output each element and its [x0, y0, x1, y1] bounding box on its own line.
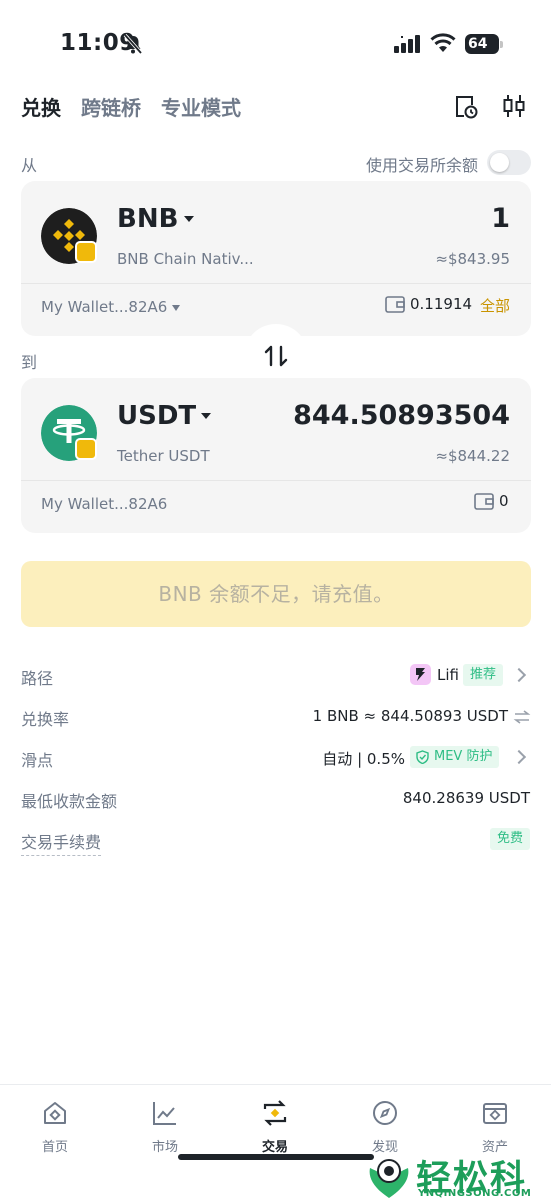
tab-bridge[interactable]: 跨链桥 [81, 92, 141, 121]
slippage-value[interactable]: 自动 | 0.5% [322, 748, 405, 769]
route-label: 路径 [21, 669, 54, 688]
from-balance: 0.11914 [410, 295, 473, 313]
watermark-logo-icon [369, 1159, 409, 1198]
from-wallet-selector[interactable]: My Wallet...82A6 [41, 298, 167, 316]
home-indicator[interactable] [178, 1154, 374, 1160]
trade-swap-icon [263, 1100, 287, 1126]
max-button[interactable]: 全部 [480, 295, 510, 316]
nav-trade-label: 交易 [261, 1140, 288, 1155]
history-icon[interactable] [452, 93, 478, 119]
to-amount: 844.50893504 [293, 400, 510, 431]
to-token-card: USDT Tether USDT 844.50893504 ≈$844.22 M… [21, 378, 531, 533]
tab-swap[interactable]: 兑换 [21, 92, 61, 121]
rate-value: 1 BNB ≈ 844.50893 USDT [312, 707, 508, 725]
bnb-chain-badge-icon [75, 241, 97, 263]
shield-check-icon [416, 750, 429, 764]
chevron-down-icon[interactable] [201, 413, 211, 419]
divider [21, 480, 531, 481]
nav-home[interactable]: 首页 [0, 1085, 110, 1165]
tab-pro-mode[interactable]: 专业模式 [161, 92, 241, 121]
market-chart-icon [153, 1102, 176, 1125]
discover-compass-icon [373, 1101, 397, 1125]
divider [21, 283, 531, 284]
home-icon [44, 1102, 66, 1124]
rate-label: 兑换率 [21, 710, 70, 729]
nav-trade[interactable]: 交易 [220, 1085, 330, 1165]
status-bar: 11:09 64 [0, 0, 551, 80]
insufficient-balance-button[interactable]: BNB 余额不足，请充值。 [21, 561, 531, 627]
free-fee-tag: 免费 [490, 828, 531, 850]
wallet-icon [385, 296, 405, 313]
from-label: 从 [21, 156, 38, 175]
battery-cap [500, 41, 503, 48]
chevron-down-icon[interactable] [184, 216, 194, 222]
mode-tabs: 兑换 跨链桥 专业模式 [21, 92, 241, 121]
nav-market-label: 市场 [151, 1140, 178, 1155]
wallet-icon [474, 493, 494, 510]
lifi-logo-icon [410, 664, 431, 685]
signal-icon [394, 35, 420, 53]
nav-home-label: 首页 [41, 1140, 68, 1155]
to-wallet-selector[interactable]: My Wallet...82A6 [41, 495, 167, 513]
to-label: 到 [21, 353, 38, 372]
from-token-card: BNB BNB Chain Nativ... 1 ≈$843.95 My Wal… [21, 181, 531, 336]
to-token-symbol[interactable]: USDT [117, 401, 196, 431]
chevron-right-icon[interactable] [511, 667, 527, 683]
from-token-name: BNB Chain Nativ... [117, 250, 254, 268]
use-exchange-balance-toggle[interactable] [487, 150, 531, 175]
from-token-symbol[interactable]: BNB [117, 204, 178, 234]
min-received-value: 840.28639 USDT [402, 789, 530, 807]
swap-arrows-icon [264, 345, 288, 367]
from-usd-value: ≈$843.95 [435, 250, 510, 268]
slippage-label: 滑点 [21, 751, 54, 770]
from-amount-input[interactable]: 1 [491, 203, 510, 234]
to-token-name: Tether USDT [117, 447, 210, 465]
use-exchange-balance-label: 使用交易所余额 [366, 156, 479, 175]
bell-slash-icon [123, 33, 143, 55]
wifi-icon [430, 33, 456, 52]
to-usd-value: ≈$844.22 [435, 447, 510, 465]
battery-indicator: 64 [465, 34, 499, 54]
bnb-chain-badge-icon [75, 438, 97, 460]
min-received-label: 最低收款金额 [21, 792, 118, 811]
route-provider[interactable]: Lifi [437, 666, 459, 684]
watermark-subtitle: YNQINGSONG.COM [418, 1188, 532, 1199]
caret-down-icon[interactable] [172, 305, 180, 311]
wallet-assets-icon [483, 1103, 507, 1124]
candlestick-chart-icon[interactable] [502, 93, 526, 119]
trading-fee-label[interactable]: 交易手续费 [21, 829, 102, 856]
battery-level: 64 [468, 36, 488, 52]
chevron-right-icon[interactable] [511, 749, 527, 765]
recommended-tag: 推荐 [463, 664, 504, 686]
to-balance: 0 [499, 492, 509, 510]
nav-market[interactable]: 市场 [110, 1085, 220, 1165]
swap-rate-icon[interactable] [513, 710, 531, 724]
